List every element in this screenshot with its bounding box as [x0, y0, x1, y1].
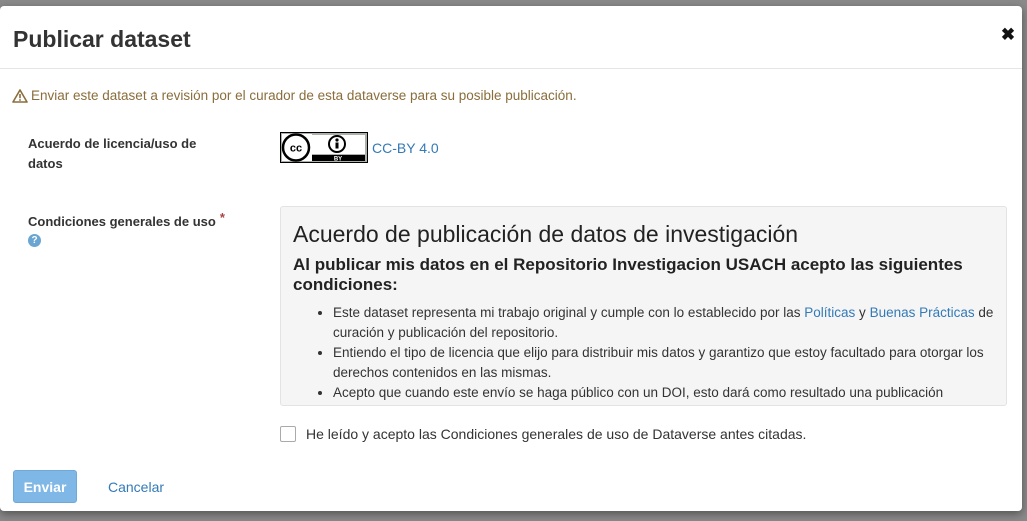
terms-heading: Acuerdo de publicación de datos de inves…: [293, 221, 799, 247]
close-icon[interactable]: ✖: [1000, 26, 1016, 44]
terms-subheading: Al publicar mis datos en el Repositorio …: [293, 255, 963, 294]
required-marker: *: [219, 210, 225, 225]
list-item: Este dataset representa mi trabajo origi…: [333, 303, 994, 343]
agreement-row: He leído y acepto las Condiciones genera…: [280, 426, 806, 442]
terms-list: Este dataset representa mi trabajo origi…: [293, 303, 994, 403]
terms-label: Condiciones generales de uso *: [28, 210, 225, 229]
warning-message: Enviar este dataset a revisión por el cu…: [12, 88, 577, 103]
cancel-button[interactable]: Cancelar: [108, 479, 164, 495]
submit-button[interactable]: Enviar: [13, 470, 77, 503]
license-label: Acuerdo de licencia/uso de datos: [28, 136, 197, 171]
svg-text:BY: BY: [334, 157, 342, 163]
agreement-checkbox[interactable]: [280, 426, 296, 442]
publish-dataset-modal: Publicar dataset ✖ Enviar este dataset a…: [0, 6, 1022, 511]
question-circle-icon[interactable]: ?: [28, 234, 41, 247]
terms-box[interactable]: Acuerdo de publicación de datos de inves…: [280, 206, 1007, 406]
svg-text:cc: cc: [290, 143, 302, 155]
best-practices-link[interactable]: Buenas Prácticas: [870, 305, 975, 320]
modal-header: Publicar dataset ✖: [0, 6, 1022, 69]
policies-link[interactable]: Políticas: [804, 305, 855, 320]
list-item: Acepto que cuando este envío se haga púb…: [333, 383, 994, 403]
cc-by-badge-icon: cc BY: [280, 132, 368, 163]
warning-text: Enviar este dataset a revisión por el cu…: [31, 88, 577, 103]
license-link[interactable]: CC-BY 4.0: [372, 140, 439, 156]
agreement-label[interactable]: He leído y acepto las Condiciones genera…: [306, 426, 806, 442]
modal-title: Publicar dataset: [13, 26, 191, 52]
list-item: Entiendo el tipo de licencia que elijo p…: [333, 343, 994, 383]
warning-triangle-icon: [12, 88, 28, 103]
